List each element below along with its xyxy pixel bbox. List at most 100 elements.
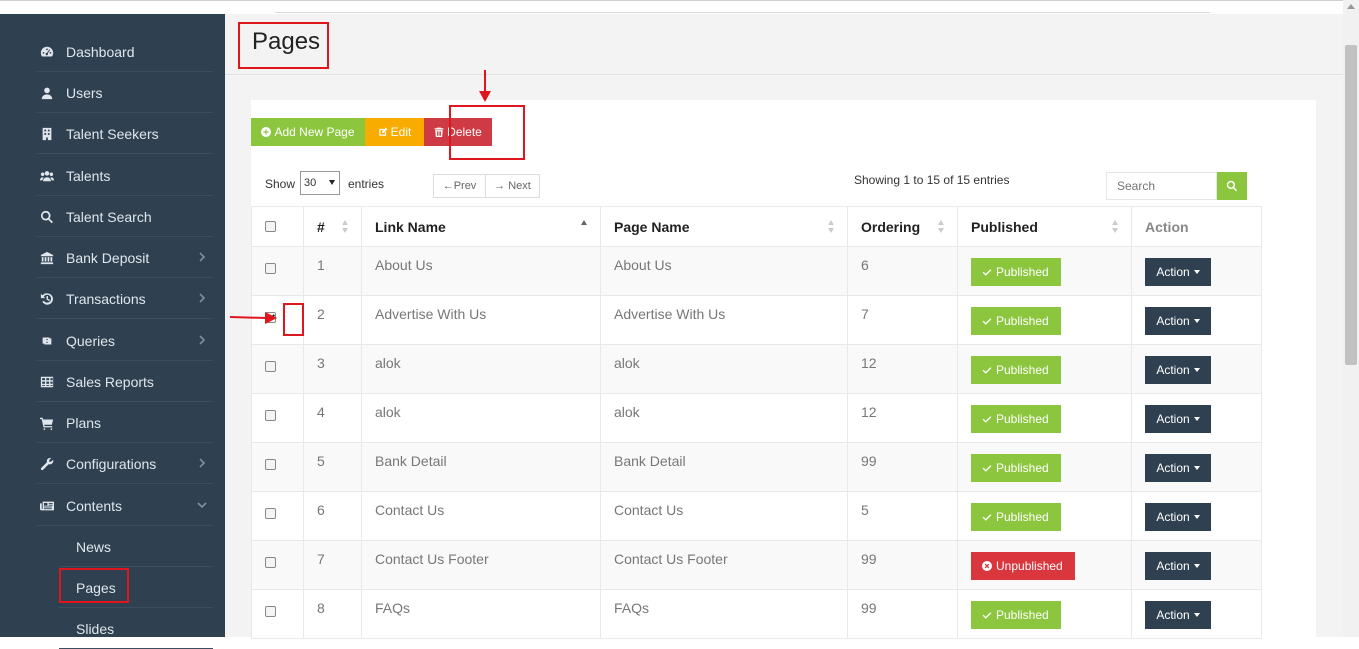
- sidebar-subitem-pages[interactable]: Pages: [59, 568, 213, 608]
- check-icon: [982, 416, 992, 423]
- prev-page-button[interactable]: ←Prev: [433, 174, 486, 198]
- published-status-button[interactable]: Published: [971, 258, 1061, 286]
- entries-per-page-select[interactable]: 30: [300, 171, 340, 195]
- sidebar-item-sales-reports[interactable]: Sales Reports: [37, 362, 213, 402]
- sidebar-item-queries[interactable]: Queries: [37, 321, 213, 361]
- column-header-number[interactable]: #: [303, 206, 362, 247]
- sidebar-item-label: Bank Deposit: [66, 249, 150, 266]
- sidebar-item-contents[interactable]: Contents: [37, 486, 213, 526]
- sidebar-item-plans[interactable]: Plans: [37, 403, 213, 443]
- scroll-up-arrow-icon[interactable]: [1347, 4, 1355, 9]
- row-action-cell: Action: [1131, 589, 1262, 639]
- sidebar-item-label: Queries: [66, 332, 116, 349]
- delete-button[interactable]: Delete: [424, 118, 492, 146]
- row-checkbox[interactable]: [265, 263, 276, 274]
- row-checkbox[interactable]: [265, 312, 276, 323]
- action-dropdown-button[interactable]: Action: [1145, 601, 1211, 629]
- row-checkbox[interactable]: [265, 606, 276, 617]
- action-label: Action: [1156, 265, 1190, 279]
- row-checkbox[interactable]: [265, 361, 276, 372]
- action-dropdown-button[interactable]: Action: [1145, 503, 1211, 531]
- column-header-ordering[interactable]: Ordering: [847, 206, 958, 247]
- sidebar-subitem-news[interactable]: News: [59, 527, 213, 567]
- column-header-published[interactable]: Published: [957, 206, 1132, 247]
- published-status-button[interactable]: Published: [971, 356, 1061, 384]
- column-header-link-name[interactable]: Link Name: [361, 206, 601, 247]
- row-action-cell: Action: [1131, 491, 1262, 541]
- table-row: 1 About Us About Us 6 Published Action: [251, 246, 1262, 296]
- sidebar-item-label: Sales Reports: [66, 373, 154, 390]
- row-number: 6: [303, 491, 362, 541]
- sidebar-item-users[interactable]: Users: [37, 73, 213, 113]
- row-link-name: Advertise With Us: [361, 295, 601, 345]
- check-icon: [982, 269, 992, 276]
- row-ordering: 99: [847, 540, 958, 590]
- published-status-button[interactable]: Published: [971, 307, 1061, 335]
- row-checkbox[interactable]: [265, 410, 276, 421]
- published-status-button[interactable]: Published: [971, 405, 1061, 433]
- entries-label: entries: [348, 177, 385, 191]
- unpublished-status-button[interactable]: Unpublished: [971, 552, 1075, 580]
- add-new-page-button[interactable]: Add New Page: [251, 118, 365, 146]
- published-status-button[interactable]: Published: [971, 503, 1061, 531]
- page-title: Pages: [252, 28, 321, 55]
- search-button[interactable]: [1217, 172, 1247, 200]
- next-page-button[interactable]: → Next: [485, 174, 540, 198]
- sidebar-subitem-slides[interactable]: Slides: [59, 609, 213, 649]
- column-header-page-name[interactable]: Page Name: [600, 206, 848, 247]
- published-status-button[interactable]: Published: [971, 601, 1061, 629]
- action-dropdown-button[interactable]: Action: [1145, 258, 1211, 286]
- sidebar-item-bank-deposit[interactable]: Bank Deposit: [37, 238, 213, 278]
- table-row: 5 Bank Detail Bank Detail 99 Published Action: [251, 442, 1262, 492]
- row-published-cell: Published: [957, 393, 1132, 443]
- row-select-cell: [251, 393, 304, 443]
- row-link-name: alok: [361, 393, 601, 443]
- row-select-cell: [251, 540, 304, 590]
- row-ordering: 99: [847, 589, 958, 639]
- pages-panel: Add New Page Edit Delete Show 30 entries…: [251, 100, 1316, 645]
- status-label: Published: [996, 363, 1049, 377]
- row-ordering: 5: [847, 491, 958, 541]
- caret-down-icon: [1193, 368, 1200, 372]
- scrollbar-thumb[interactable]: [1345, 45, 1357, 365]
- retweet-icon: [40, 334, 54, 348]
- action-dropdown-button[interactable]: Action: [1145, 454, 1211, 482]
- table-row: 7 Contact Us Footer Contact Us Footer 99 Unp…: [251, 540, 1262, 590]
- row-published-cell: Published: [957, 589, 1132, 639]
- page-scrollbar[interactable]: [1343, 0, 1359, 637]
- row-checkbox[interactable]: [265, 508, 276, 519]
- history-icon: [40, 292, 54, 306]
- row-action-cell: Action: [1131, 344, 1262, 394]
- published-status-button[interactable]: Published: [971, 454, 1061, 482]
- row-page-name: FAQs: [600, 589, 848, 639]
- sidebar-item-talent-seekers[interactable]: Talent Seekers: [37, 114, 213, 154]
- check-icon: [982, 465, 992, 472]
- check-icon: [982, 367, 992, 374]
- sidebar-item-dashboard[interactable]: Dashboard: [37, 32, 213, 72]
- user-icon: [40, 86, 54, 100]
- action-dropdown-button[interactable]: Action: [1145, 405, 1211, 433]
- row-checkbox[interactable]: [265, 459, 276, 470]
- select-all-checkbox[interactable]: [265, 221, 276, 232]
- sidebar-item-talents[interactable]: Talents: [37, 156, 213, 196]
- edit-button[interactable]: Edit: [365, 118, 424, 146]
- row-checkbox[interactable]: [265, 557, 276, 568]
- newspaper-icon: [40, 499, 54, 513]
- action-dropdown-button[interactable]: Action: [1145, 356, 1211, 384]
- select-all-header: [251, 206, 304, 247]
- sidebar-item-transactions[interactable]: Transactions: [37, 279, 213, 319]
- action-dropdown-button[interactable]: Action: [1145, 552, 1211, 580]
- row-link-name: FAQs: [361, 589, 601, 639]
- cart-icon: [40, 416, 54, 430]
- sidebar-item-configurations[interactable]: Configurations: [37, 444, 213, 484]
- search-input[interactable]: [1106, 172, 1217, 200]
- search-icon: [40, 210, 54, 224]
- action-dropdown-button[interactable]: Action: [1145, 307, 1211, 335]
- row-published-cell: Unpublished: [957, 540, 1132, 590]
- row-page-name: Advertise With Us: [600, 295, 848, 345]
- check-icon: [982, 318, 992, 325]
- status-label: Published: [996, 461, 1049, 475]
- sidebar-item-talent-search[interactable]: Talent Search: [37, 197, 213, 237]
- users-icon: [40, 169, 54, 183]
- entries-per-page-value: 30: [304, 177, 317, 189]
